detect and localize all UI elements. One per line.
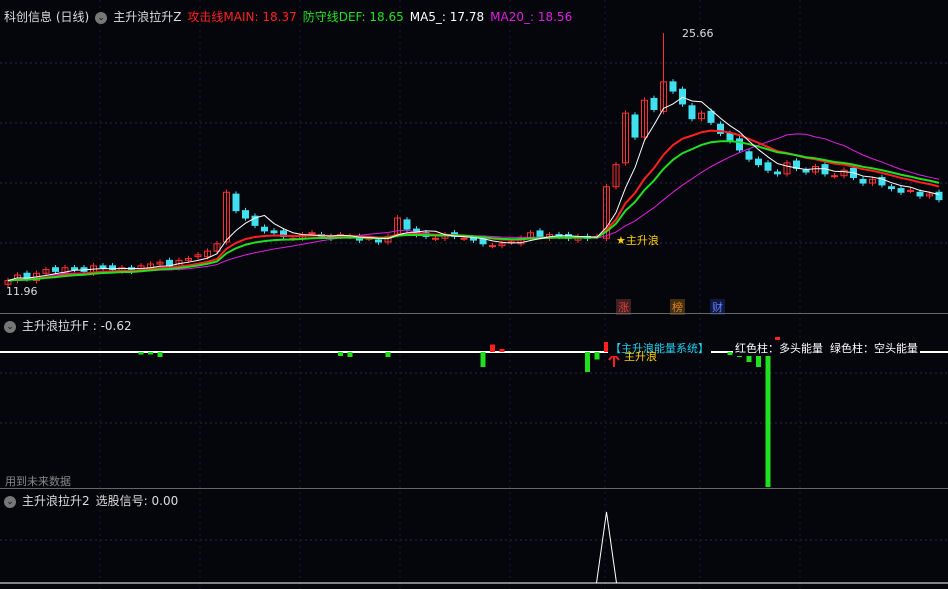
energy-bar [594, 352, 600, 360]
signal-spike [596, 511, 617, 584]
indicator-menu-icon[interactable]: ⌄ [95, 11, 108, 24]
select-indicator-name[interactable]: 主升浪拉升2 [22, 494, 90, 508]
energy-bar [385, 352, 391, 357]
energy-bar [338, 352, 343, 356]
stock-title: 科创信息 (日线) [4, 10, 90, 24]
indicator-menu-icon[interactable]: ⌄ [4, 320, 16, 333]
panel-divider[interactable] [0, 313, 948, 314]
energy-indicator-name[interactable]: 主升浪拉升F : -0.62 [22, 319, 132, 333]
candle-body [460, 237, 468, 240]
candle-body [745, 151, 753, 160]
candle-body [897, 188, 905, 193]
candle-body [907, 189, 914, 192]
ma5-value: MA5_: 17.78 [409, 10, 485, 24]
candle-body [726, 132, 734, 142]
select-signal-value: 选股信号: 0.00 [95, 494, 179, 508]
candle-body [916, 191, 924, 197]
energy-bar [138, 352, 144, 355]
candle-body [403, 219, 411, 230]
low-price-label: 11.96 [6, 285, 38, 298]
energy-signal-label: 主升浪 [624, 350, 657, 363]
energy-bar [157, 352, 163, 357]
candle-body [232, 193, 240, 212]
energy-bar [727, 352, 733, 355]
energy-bar [148, 352, 153, 355]
candle-body [308, 232, 316, 235]
candle-body [755, 158, 762, 166]
candle-body [536, 230, 544, 237]
energy-legend: 红色柱：多头能量 绿色柱：空头能量 [733, 340, 920, 356]
energy-bar [499, 349, 505, 352]
candle-body [669, 81, 677, 92]
candle-body [802, 169, 810, 173]
candle-body [470, 237, 477, 241]
energy-bar [765, 352, 771, 487]
candle-body [71, 267, 78, 271]
indicator-menu-icon[interactable]: ⌄ [4, 495, 16, 508]
candle-body [242, 210, 249, 219]
energy-bar [585, 352, 590, 372]
energy-bar [490, 344, 495, 352]
main-attack-line [7, 129, 940, 282]
candle-body [261, 226, 268, 232]
candle-body [650, 97, 658, 110]
candle-body [99, 265, 107, 269]
ma5-line [7, 96, 940, 282]
main-panel-header: 科创信息 (日线) ⌄ 主升浪拉升Z 攻击线MAIN: 18.37 防守线DEF: 18… [4, 8, 578, 25]
main-line-value: 攻击线MAIN: 18.37 [187, 10, 297, 24]
candle-body [432, 237, 439, 240]
ma20-value: MA20_: 18.56 [490, 10, 573, 24]
stock-chart-window: 科创信息 (日线) ⌄ 主升浪拉升Z 攻击线MAIN: 18.37 防守线DEF: 18… [0, 0, 948, 589]
candle-body [52, 267, 59, 272]
candle-body [489, 245, 496, 248]
candle-body [774, 171, 781, 175]
def-line-value: 防守线DEF: 18.65 [302, 10, 404, 24]
panel-divider[interactable] [0, 488, 948, 489]
candle-body [375, 239, 382, 243]
candle-body [707, 110, 715, 123]
energy-panel-header: ⌄ 主升浪拉升F : -0.62 [4, 317, 138, 334]
candle-body [270, 230, 278, 234]
candle-body [764, 162, 772, 171]
energy-bar [480, 352, 486, 367]
candle-body [736, 138, 743, 151]
future-data-note: 用到未来数据 [5, 475, 71, 488]
candle-body [831, 175, 838, 178]
main-indicator-name[interactable]: 主升浪拉升Z [113, 10, 181, 24]
energy-bar [347, 352, 353, 357]
candle-body [935, 191, 943, 201]
select-panel-header: ⌄ 主升浪拉升2 选股信号: 0.00 [4, 492, 184, 509]
candle-body [859, 178, 867, 184]
main-signal-label: ★主升浪 [616, 234, 659, 247]
candle-body [631, 114, 639, 138]
candle-body [888, 186, 895, 190]
high-price-label: 25.66 [682, 27, 714, 40]
candle-body [688, 105, 696, 120]
candle-body [679, 88, 686, 105]
